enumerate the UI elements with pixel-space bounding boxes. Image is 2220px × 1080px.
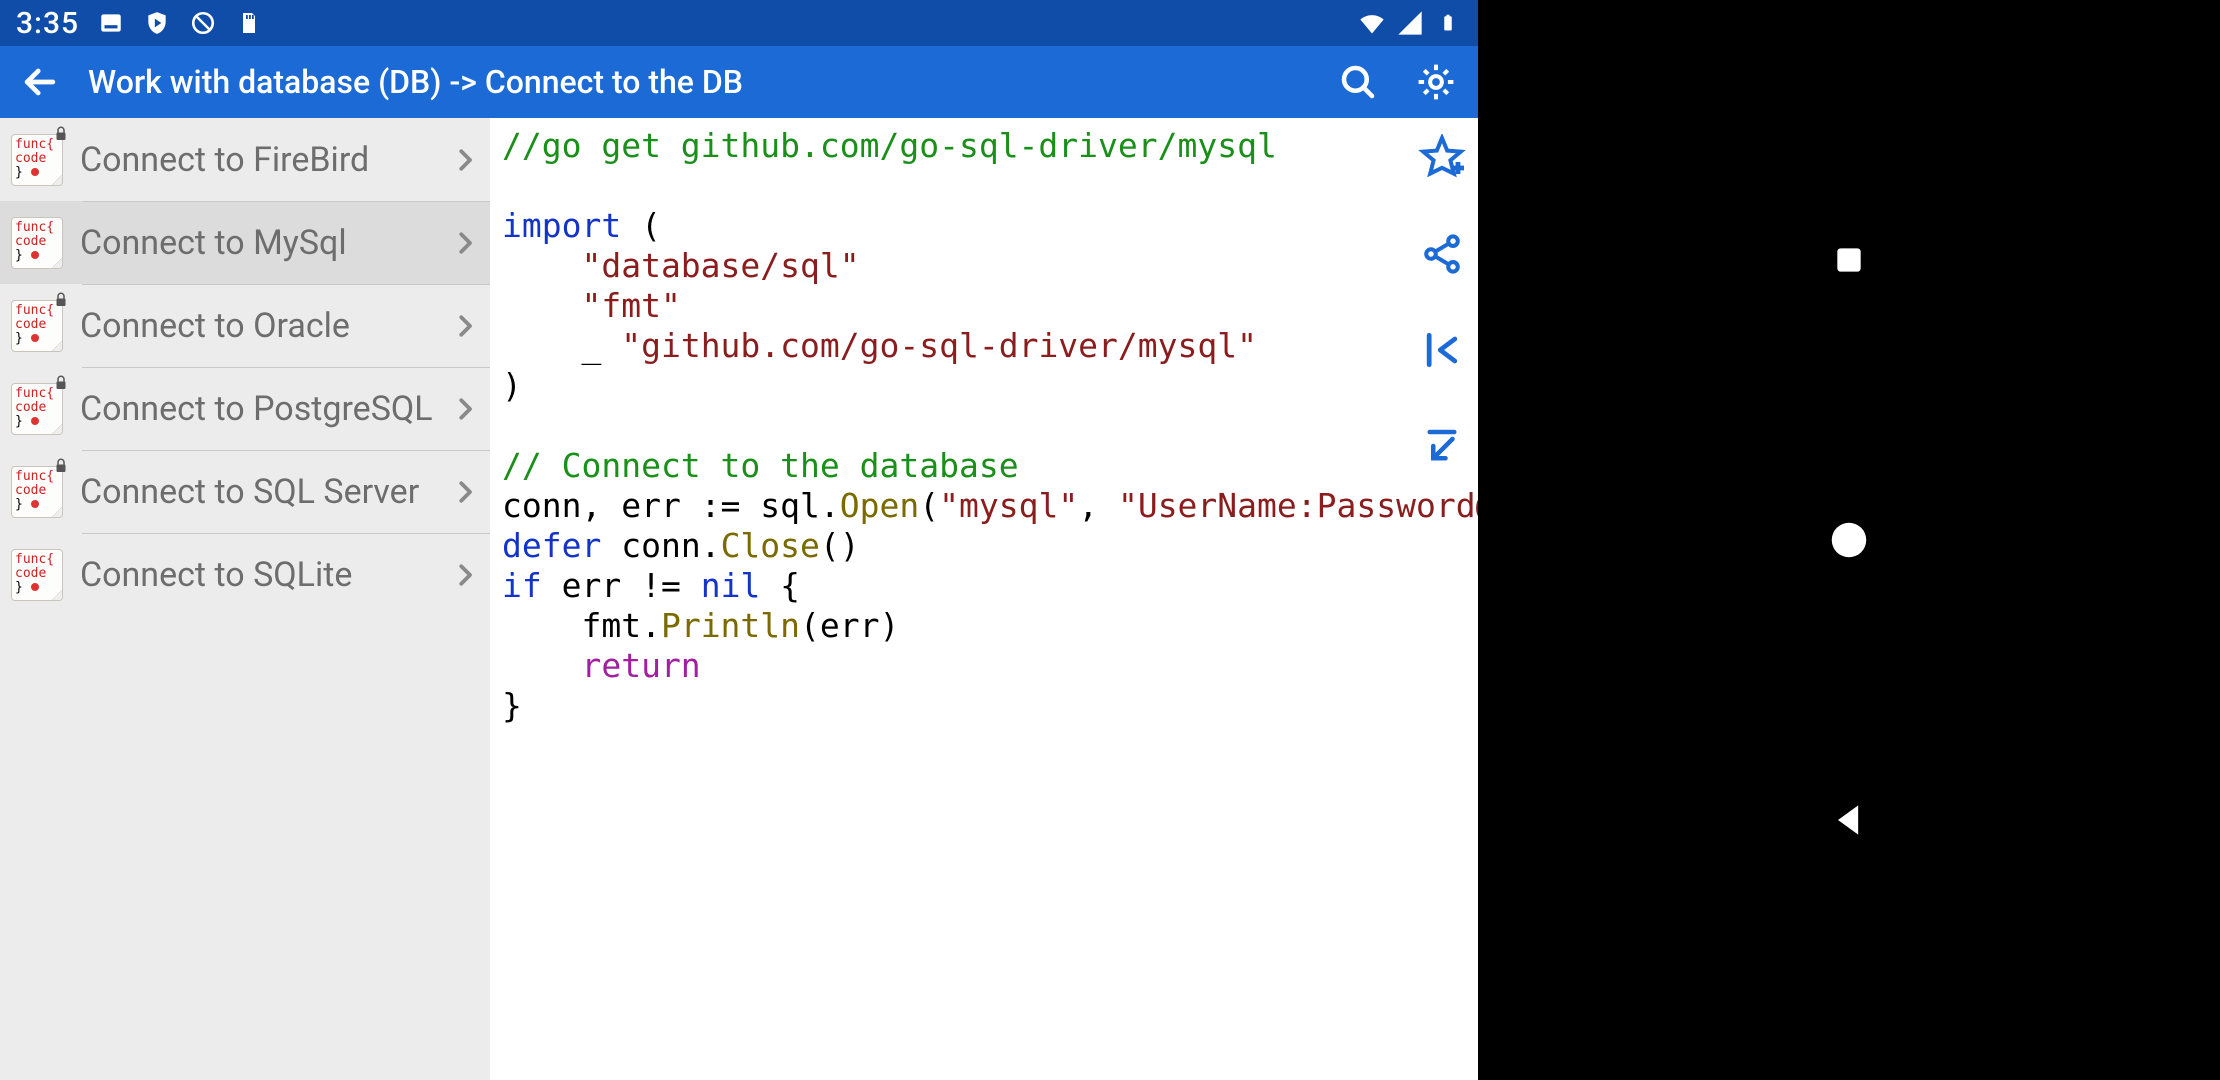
list-item[interactable]: func{code} Connect to SQL Server (0, 450, 490, 533)
nav-recent-button[interactable] (1819, 230, 1879, 290)
lock-icon (52, 125, 70, 143)
status-bar: 3:35 (0, 0, 1478, 46)
minimize-button[interactable] (1416, 420, 1468, 472)
settings-button[interactable] (1408, 54, 1464, 110)
android-nav-bar (1478, 0, 2220, 1080)
lock-icon (52, 374, 70, 392)
code-snippet-icon: func{code} (8, 546, 66, 604)
lock-icon (52, 457, 70, 475)
code-text: //go get github.com/go-sql-driver/mysql … (490, 118, 1478, 726)
play-protect-icon (143, 9, 171, 37)
favorite-add-button[interactable] (1416, 132, 1468, 184)
list-item-label: Connect to FireBird (80, 140, 450, 180)
list-item-label: Connect to SQLite (80, 555, 450, 595)
list-item[interactable]: func{code} Connect to MySql (0, 201, 490, 284)
sd-card-icon (235, 9, 263, 37)
code-snippet-icon: func{code} (8, 463, 66, 521)
list-item-label: Connect to SQL Server (80, 472, 450, 512)
code-snippet-icon: func{code} (8, 214, 66, 272)
code-pane[interactable]: //go get github.com/go-sql-driver/mysql … (490, 118, 1478, 1080)
page-title: Work with database (DB) -> Connect to th… (88, 63, 1308, 101)
snippet-list: func{code} Connect to FireBirdfunc{code}… (0, 118, 490, 1080)
code-snippet-icon: func{code} (8, 380, 66, 438)
list-item-label: Connect to PostgreSQL (80, 389, 450, 429)
status-clock: 3:35 (16, 6, 79, 41)
code-snippet-icon: func{code} (8, 131, 66, 189)
list-item[interactable]: func{code} Connect to SQLite (0, 533, 490, 616)
cell-signal-icon (1396, 9, 1424, 37)
back-button[interactable] (14, 56, 66, 108)
keyboard-status-icon (97, 9, 125, 37)
chevron-right-icon (450, 228, 480, 258)
list-item-label: Connect to MySql (80, 223, 450, 263)
chevron-right-icon (450, 145, 480, 175)
app-bar: Work with database (DB) -> Connect to th… (0, 46, 1478, 118)
wifi-icon (1358, 9, 1386, 37)
collapse-button[interactable] (1416, 324, 1468, 376)
chevron-right-icon (450, 560, 480, 590)
chevron-right-icon (450, 477, 480, 507)
battery-icon (1434, 9, 1462, 37)
list-item-label: Connect to Oracle (80, 306, 450, 346)
code-snippet-icon: func{code} (8, 297, 66, 355)
share-button[interactable] (1416, 228, 1468, 280)
list-item[interactable]: func{code} Connect to PostgreSQL (0, 367, 490, 450)
nav-home-button[interactable] (1819, 510, 1879, 570)
chevron-right-icon (450, 311, 480, 341)
lock-icon (52, 291, 70, 309)
list-item[interactable]: func{code} Connect to FireBird (0, 118, 490, 201)
nav-back-button[interactable] (1819, 790, 1879, 850)
search-button[interactable] (1330, 54, 1386, 110)
list-item[interactable]: func{code} Connect to Oracle (0, 284, 490, 367)
dnd-icon (189, 9, 217, 37)
chevron-right-icon (450, 394, 480, 424)
